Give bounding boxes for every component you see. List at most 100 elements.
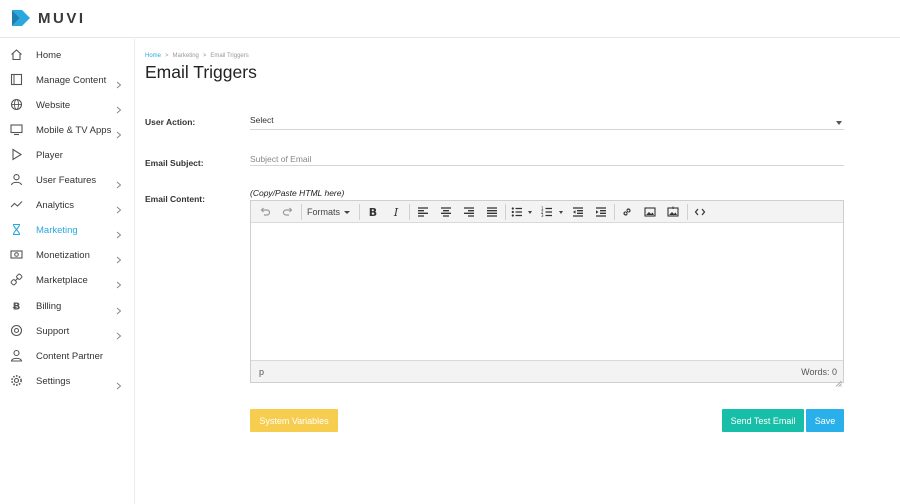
sidebar-item-label: Marketing	[36, 224, 78, 236]
email-content-editor: Formats B I 123 p Words: 0	[250, 200, 844, 387]
toolbar-divider	[301, 204, 302, 220]
sidebar-item-label: Monetization	[36, 249, 90, 261]
bullet-list-caret-icon[interactable]	[528, 211, 532, 214]
sidebar-item-marketing[interactable]: Marketing	[0, 219, 135, 241]
sidebar-item-manage-content[interactable]: Manage Content	[0, 69, 135, 91]
toolbar-divider	[505, 204, 506, 220]
sidebar-item-website[interactable]: Website	[0, 94, 135, 116]
save-button[interactable]: Save	[806, 409, 844, 432]
editor-status-bar: p Words: 0	[251, 360, 843, 387]
sidebar-item-content-partner[interactable]: Content Partner	[0, 345, 135, 367]
sidebar-item-settings[interactable]: Settings	[0, 370, 135, 392]
sidebar-item-mobile-tv-apps[interactable]: Mobile & TV Apps	[0, 119, 135, 141]
insert-image-button[interactable]	[640, 204, 660, 220]
chevron-right-icon	[116, 377, 122, 390]
insert-media-button[interactable]	[663, 204, 683, 220]
numbered-list-button[interactable]: 123	[537, 204, 557, 220]
user-action-selected-value: Select	[250, 115, 274, 125]
chevron-right-icon	[116, 327, 122, 340]
sidebar-item-label: Manage Content	[36, 74, 107, 86]
lifebuoy-icon	[10, 324, 23, 337]
send-test-email-button[interactable]: Send Test Email	[722, 409, 804, 432]
code-icon	[694, 208, 706, 216]
bullet-list-button[interactable]	[507, 204, 527, 220]
svg-text:I: I	[393, 206, 399, 218]
svg-text:B: B	[369, 206, 377, 218]
outdent-button[interactable]	[568, 204, 588, 220]
sidebar: Home Manage Content Website Mobile & TV …	[0, 39, 135, 504]
italic-icon: I	[393, 206, 399, 218]
numbered-list-caret-icon[interactable]	[559, 211, 563, 214]
breadcrumb-home-link[interactable]: Home	[145, 53, 161, 59]
resize-handle-icon[interactable]	[835, 374, 842, 387]
redo-icon	[282, 207, 293, 216]
media-icon	[667, 206, 679, 217]
sidebar-item-home[interactable]: Home	[0, 44, 135, 66]
insert-link-button[interactable]	[617, 204, 637, 220]
indent-button[interactable]	[591, 204, 611, 220]
caret-down-icon	[344, 210, 351, 214]
indent-icon	[596, 207, 606, 217]
muvi-logo-icon	[12, 10, 30, 26]
sidebar-item-label: Support	[36, 325, 70, 337]
link-icon	[10, 273, 23, 286]
chevron-right-icon	[116, 226, 122, 239]
italic-button[interactable]: I	[386, 204, 406, 220]
monitor-icon	[10, 123, 23, 136]
film-icon	[10, 73, 23, 86]
email-subject-input[interactable]	[250, 152, 844, 166]
formats-dropdown[interactable]: Formats	[303, 204, 357, 220]
hourglass-icon	[10, 223, 23, 236]
chevron-right-icon	[116, 126, 122, 139]
source-code-button[interactable]	[690, 204, 710, 220]
image-icon	[644, 207, 656, 217]
sidebar-item-label: Content Partner	[36, 350, 104, 362]
align-center-button[interactable]	[436, 204, 456, 220]
sidebar-item-label: Analytics	[36, 199, 75, 211]
chevron-right-icon	[116, 76, 122, 89]
editor-content-area[interactable]	[251, 224, 843, 360]
muvi-logo[interactable]: MUVI	[10, 8, 86, 28]
element-path[interactable]: p	[259, 367, 264, 377]
user-action-select[interactable]: Select	[250, 113, 844, 130]
breadcrumb-separator: >	[202, 53, 207, 59]
breadcrumb-separator: >	[165, 53, 169, 59]
sidebar-item-marketplace[interactable]: Marketplace	[0, 269, 135, 291]
user-icon	[10, 173, 23, 186]
sidebar-item-label: Settings	[36, 375, 71, 387]
undo-icon	[260, 207, 271, 216]
chevron-right-icon	[116, 251, 122, 264]
align-left-icon	[418, 207, 428, 217]
sidebar-item-label: Mobile & TV Apps	[36, 124, 112, 136]
money-icon	[10, 248, 23, 261]
align-center-icon	[441, 207, 451, 217]
align-right-button[interactable]	[459, 204, 479, 220]
bold-button[interactable]: B	[363, 204, 383, 220]
redo-button[interactable]	[278, 204, 298, 220]
word-count: Words: 0	[801, 367, 837, 377]
breadcrumb-section-link[interactable]: Marketing	[173, 53, 199, 59]
link-icon	[623, 208, 631, 216]
system-variables-button[interactable]: System Variables	[250, 409, 338, 432]
chevron-right-icon	[116, 201, 122, 214]
align-left-button[interactable]	[413, 204, 433, 220]
sidebar-item-label: Player	[36, 149, 63, 161]
sidebar-item-monetization[interactable]: Monetization	[0, 244, 135, 266]
email-content-label: Email Content:	[145, 194, 205, 204]
sidebar-item-billing[interactable]: Ƀ Billing	[0, 295, 135, 317]
page-title: Email Triggers	[145, 62, 257, 82]
sidebar-item-label: Billing	[36, 300, 62, 312]
align-justify-icon	[487, 207, 497, 217]
sidebar-item-user-features[interactable]: User Features	[0, 169, 135, 191]
align-justify-button[interactable]	[482, 204, 502, 220]
brand-name: MUVI	[38, 9, 86, 27]
undo-button[interactable]	[255, 204, 275, 220]
sidebar-item-player[interactable]: Player	[0, 144, 135, 166]
sidebar-item-label: Website	[36, 99, 71, 111]
sidebar-item-analytics[interactable]: Analytics	[0, 194, 135, 216]
chevron-right-icon	[116, 276, 122, 289]
sidebar-item-support[interactable]: Support	[0, 320, 135, 342]
sidebar-item-label: User Features	[36, 174, 97, 186]
svg-text:Ƀ: Ƀ	[13, 302, 21, 313]
outdent-icon	[573, 207, 583, 217]
